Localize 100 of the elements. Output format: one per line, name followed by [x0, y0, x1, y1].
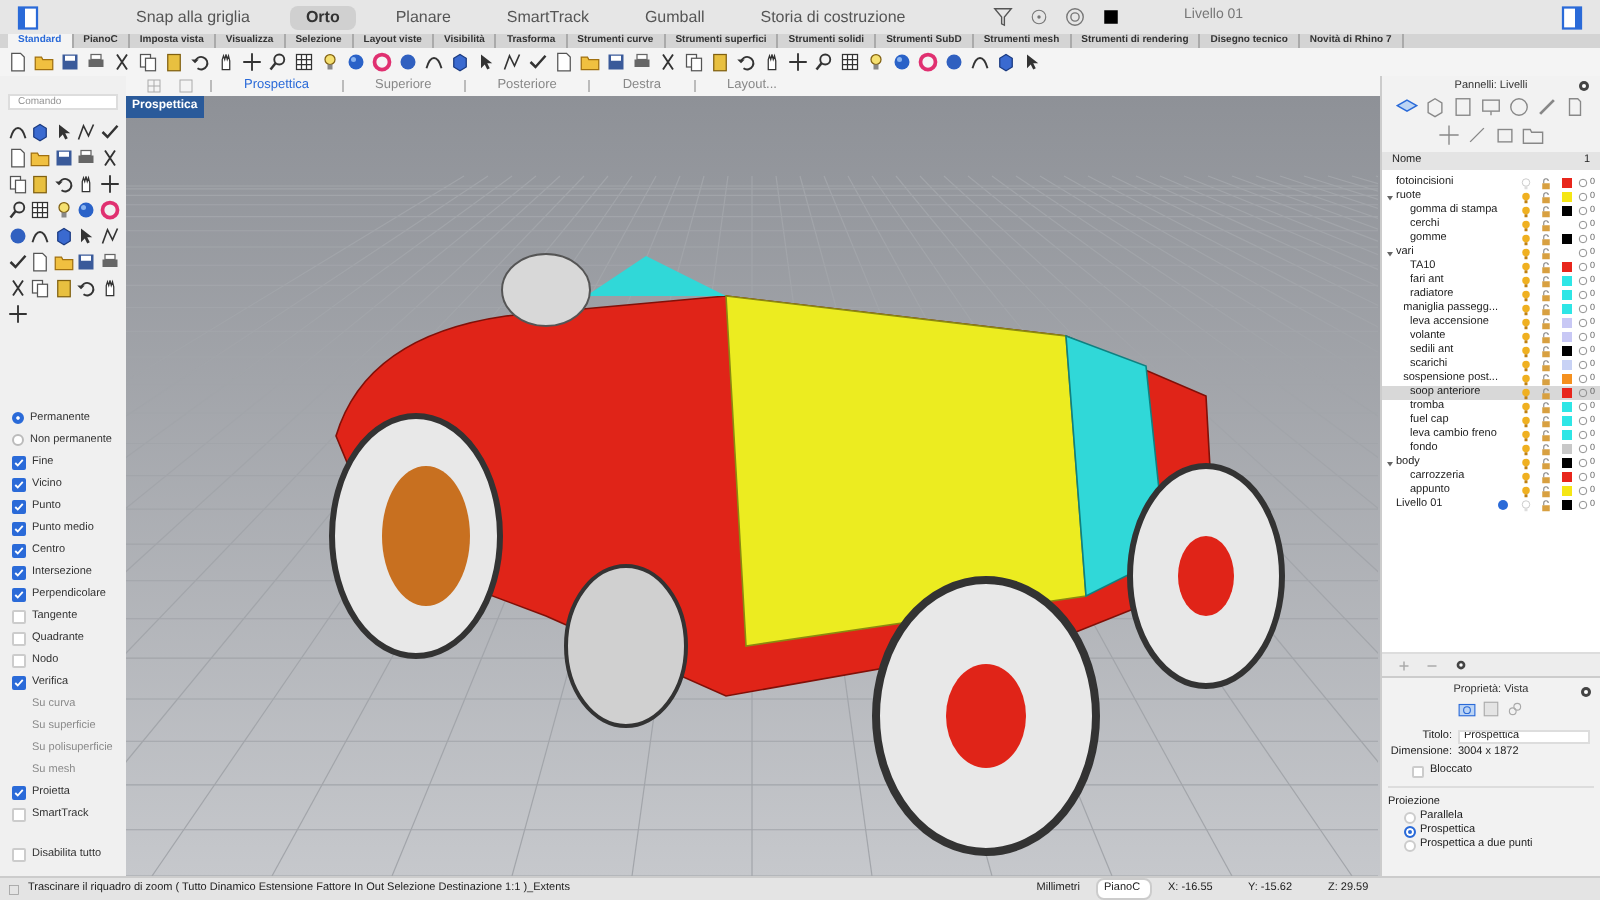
color-swatch[interactable] — [1562, 234, 1572, 244]
printer-icon[interactable] — [86, 52, 106, 72]
document-icon[interactable] — [30, 252, 51, 272]
padlock-icon[interactable] — [1540, 415, 1552, 427]
expand-arrow-icon[interactable] — [1386, 193, 1394, 201]
padlock-icon[interactable] — [1540, 499, 1552, 511]
clipboard-icon[interactable] — [30, 174, 51, 194]
bulb-icon[interactable] — [1520, 429, 1532, 441]
color-swatch[interactable] — [1562, 206, 1572, 216]
padlock-icon[interactable] — [1540, 373, 1552, 385]
padlock-icon[interactable] — [1540, 177, 1552, 189]
material-circle-icon[interactable] — [1578, 178, 1588, 188]
padlock-icon[interactable] — [1540, 275, 1552, 287]
check-icon[interactable] — [528, 52, 548, 72]
material-circle-icon[interactable] — [1578, 248, 1588, 258]
curve-icon[interactable] — [30, 226, 51, 246]
padlock-icon[interactable] — [1540, 317, 1552, 329]
material-circle-icon[interactable] — [1578, 304, 1588, 314]
color-swatch[interactable] — [1562, 444, 1572, 454]
undo-icon[interactable] — [76, 278, 97, 298]
save-icon[interactable] — [60, 52, 80, 72]
radio-button[interactable] — [12, 434, 24, 446]
material-circle-icon[interactable] — [1578, 374, 1588, 384]
cube-icon[interactable] — [1424, 96, 1446, 118]
bulb-icon[interactable] — [1520, 317, 1532, 329]
bulb-icon[interactable] — [320, 52, 340, 72]
polyline-icon[interactable] — [99, 226, 120, 246]
color-wheel-icon[interactable] — [99, 200, 120, 220]
bulb-icon[interactable] — [1520, 205, 1532, 217]
material-circle-icon[interactable] — [1578, 262, 1588, 272]
padlock-icon[interactable] — [1540, 429, 1552, 441]
padlock-icon[interactable] — [1540, 457, 1552, 469]
material-circle-icon[interactable] — [1578, 276, 1588, 286]
color-swatch[interactable] — [1562, 500, 1572, 510]
material-circle-icon[interactable] — [1578, 318, 1588, 328]
padlock-icon[interactable] — [1540, 205, 1552, 217]
cursor-icon[interactable] — [53, 122, 74, 142]
sphere-icon[interactable] — [892, 52, 912, 72]
polyline-icon[interactable] — [76, 122, 97, 142]
settings-icon[interactable] — [1454, 658, 1468, 672]
settings-icon[interactable] — [1578, 683, 1594, 699]
material-circle-icon[interactable] — [1578, 486, 1588, 496]
color-swatch[interactable] — [1562, 486, 1572, 496]
material-circle-icon[interactable] — [1578, 402, 1588, 412]
cursor-icon[interactable] — [476, 52, 496, 72]
folder-icon[interactable] — [53, 252, 74, 272]
curve-icon[interactable] — [970, 52, 990, 72]
color-swatch[interactable] — [1562, 318, 1572, 328]
snap-toggle[interactable]: Storia di costruzione — [744, 5, 922, 29]
box-icon[interactable] — [53, 226, 74, 246]
folder-icon[interactable] — [1522, 124, 1544, 146]
clipboard-icon[interactable] — [710, 52, 730, 72]
color-wheel-icon[interactable] — [372, 52, 392, 72]
color-swatch[interactable] — [1562, 374, 1572, 384]
bulb-icon[interactable] — [1520, 219, 1532, 231]
bulb-icon[interactable] — [1520, 247, 1532, 259]
sphere-icon[interactable] — [346, 52, 366, 72]
folder-icon[interactable] — [30, 148, 51, 168]
material-circle-icon[interactable] — [1578, 290, 1588, 300]
undo-icon[interactable] — [190, 52, 210, 72]
move-arrows-icon[interactable] — [242, 52, 262, 72]
material-circle-icon[interactable] — [1578, 220, 1588, 230]
material-circle-icon[interactable] — [1578, 430, 1588, 440]
color-swatch[interactable] — [1562, 416, 1572, 426]
bulb-icon[interactable] — [1520, 401, 1532, 413]
layers-icon[interactable] — [1396, 96, 1418, 118]
move-arrows-icon[interactable] — [8, 304, 28, 324]
folder-icon[interactable] — [34, 52, 54, 72]
cursor-icon[interactable] — [1022, 52, 1042, 72]
padlock-icon[interactable] — [1540, 219, 1552, 231]
magnifier-icon[interactable] — [268, 52, 288, 72]
sidebar-toggle-icon[interactable] — [16, 5, 40, 29]
color-swatch[interactable] — [1562, 276, 1572, 286]
settings-icon[interactable] — [1576, 78, 1592, 94]
radio-button[interactable] — [1404, 825, 1416, 837]
material-circle-icon[interactable] — [1578, 472, 1588, 482]
bulb-icon[interactable] — [1520, 233, 1532, 245]
snap-toggle[interactable]: Planare — [379, 5, 467, 29]
cut-icon[interactable] — [112, 52, 132, 72]
folder-icon[interactable] — [580, 52, 600, 72]
padlock-icon[interactable] — [1540, 247, 1552, 259]
padlock-icon[interactable] — [1540, 261, 1552, 273]
printer-icon[interactable] — [632, 52, 652, 72]
color-swatch[interactable] — [1562, 346, 1572, 356]
copy-icon[interactable] — [30, 278, 51, 298]
color-swatch[interactable] — [1562, 430, 1572, 440]
printer-icon[interactable] — [76, 148, 97, 168]
filter-icon[interactable] — [992, 6, 1014, 28]
color-swatch[interactable] — [1562, 388, 1572, 398]
padlock-icon[interactable] — [1540, 289, 1552, 301]
material-circle-icon[interactable] — [1578, 346, 1588, 356]
snap-toggle[interactable]: Snap alla griglia — [120, 5, 266, 29]
box-icon[interactable] — [30, 122, 51, 142]
color-swatch[interactable] — [1562, 332, 1572, 342]
list-icon[interactable] — [8, 883, 20, 895]
snap-toggle[interactable]: Orto — [289, 5, 356, 29]
bulb-icon[interactable] — [1520, 261, 1532, 273]
bulb-icon[interactable] — [53, 200, 74, 220]
padlock-icon[interactable] — [1540, 443, 1552, 455]
monitor-icon[interactable] — [1480, 96, 1502, 118]
